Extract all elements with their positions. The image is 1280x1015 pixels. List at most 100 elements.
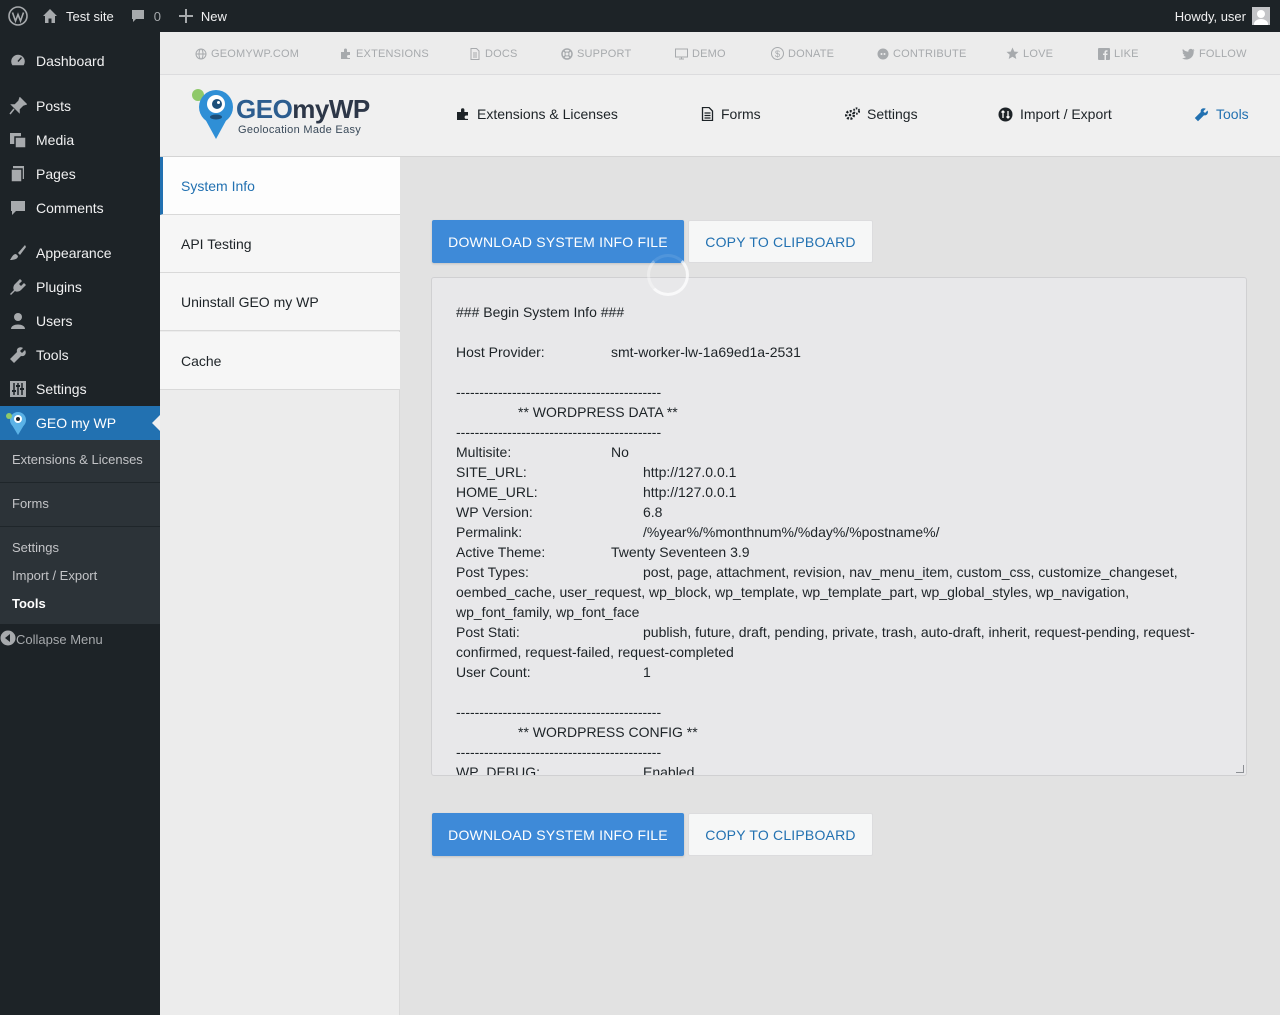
link-like[interactable]: LIKE [1098, 32, 1139, 75]
nav-tools[interactable]: Tools [1194, 75, 1249, 153]
toplink-label: DONATE [788, 47, 835, 60]
nav-settings[interactable]: Settings [845, 75, 918, 153]
system-info-textarea[interactable]: ### Begin System Info ### Host Provider:… [431, 277, 1247, 776]
menu-plugins[interactable]: Plugins [0, 270, 160, 304]
paintbrush-icon [0, 244, 36, 262]
sysinfo-line: WP_DEBUG: Enabled [456, 764, 695, 776]
sysinfo-line: ### Begin System Info ### [456, 304, 625, 320]
geomywp-logo[interactable]: GEOmyWP Geolocation Made Easy [190, 85, 370, 143]
media-icon [0, 131, 36, 149]
site-name: Test site [66, 8, 114, 24]
wrench-icon [1194, 107, 1208, 121]
link-geomywp-com[interactable]: GEOMYWP.COM [195, 32, 299, 75]
link-support[interactable]: SUPPORT [561, 32, 631, 75]
link-contribute[interactable]: CONTRIBUTE [877, 32, 967, 75]
resize-handle[interactable] [1236, 765, 1244, 773]
sysinfo-line: confirmed, request-failed, request-compl… [456, 644, 734, 660]
twitter-icon [1182, 48, 1195, 59]
site-name-link[interactable]: Test site [36, 0, 122, 32]
menu-appearance[interactable]: Appearance [0, 236, 160, 270]
menu-users[interactable]: Users [0, 304, 160, 338]
menu-pages[interactable]: Pages [0, 157, 160, 191]
sysinfo-line: Multisite: No [456, 444, 629, 460]
submenu-tools[interactable]: Tools [12, 596, 46, 611]
sysinfo-line: User Count: 1 [456, 664, 651, 680]
plus-icon [178, 9, 193, 23]
comments-count: 0 [153, 8, 161, 24]
loading-spinner-icon [647, 254, 689, 296]
nav-label: Extensions & Licenses [477, 106, 618, 122]
menu-label: Comments [36, 200, 104, 216]
menu-label: Tools [36, 347, 69, 363]
toplink-label: LOVE [1023, 47, 1054, 60]
star-icon [1006, 47, 1019, 59]
download-system-info-button[interactable]: DOWNLOAD SYSTEM INFO FILE [432, 220, 684, 263]
menu-label: Plugins [36, 279, 82, 295]
submenu-import-export[interactable]: Import / Export [12, 568, 97, 583]
document-icon [470, 47, 480, 60]
collapse-menu-button[interactable]: Collapse Menu [0, 622, 160, 656]
wordpress-logo-icon[interactable] [0, 0, 36, 32]
gears-icon [845, 107, 860, 120]
globe-icon [195, 48, 207, 59]
tools-tabs-panel: System Info API Testing Uninstall GEO my… [160, 157, 400, 1015]
nav-label: Import / Export [1020, 106, 1112, 122]
menu-tools[interactable]: Tools [0, 338, 160, 372]
copy-to-clipboard-button[interactable]: COPY TO CLIPBOARD [688, 220, 873, 263]
link-follow[interactable]: FOLLOW [1182, 32, 1247, 75]
link-love[interactable]: LOVE [1006, 32, 1053, 75]
nav-label: Settings [867, 106, 918, 122]
link-donate[interactable]: $ DONATE [771, 32, 834, 75]
dashboard-icon [0, 52, 36, 70]
submenu-extensions[interactable]: Extensions & Licenses [12, 452, 143, 467]
tab-uninstall[interactable]: Uninstall GEO my WP [160, 273, 400, 331]
menu-posts[interactable]: Posts [0, 89, 160, 123]
tab-system-info[interactable]: System Info [160, 157, 400, 215]
sysinfo-divider: ----------------------------------------… [456, 704, 662, 720]
menu-dashboard[interactable]: Dashboard [0, 44, 160, 78]
nav-import-export[interactable]: Import / Export [998, 75, 1112, 153]
facebook-icon [1098, 47, 1110, 60]
submenu-forms[interactable]: Forms [12, 496, 49, 511]
sysinfo-divider: ----------------------------------------… [456, 744, 662, 760]
link-extensions[interactable]: EXTENSIONS [340, 32, 429, 75]
user-icon [0, 312, 36, 330]
comment-icon [131, 10, 144, 22]
tab-api-testing[interactable]: API Testing [160, 215, 400, 273]
logo-subtitle: Geolocation Made Easy [238, 124, 362, 136]
new-content-link[interactable]: New [169, 0, 235, 32]
submenu-divider [0, 526, 160, 527]
menu-settings[interactable]: Settings [0, 372, 160, 406]
toplink-label: FOLLOW [1199, 47, 1247, 60]
nav-extensions-licenses[interactable]: Extensions & Licenses [456, 75, 618, 153]
sysinfo-divider: ----------------------------------------… [456, 424, 662, 440]
sysinfo-line: HOME_URL: http://127.0.0.1 [456, 484, 737, 500]
menu-label: Pages [36, 166, 76, 182]
menu-comments[interactable]: Comments [0, 191, 160, 225]
link-docs[interactable]: DOCS [469, 32, 518, 75]
my-account-link[interactable]: Howdy, user [1167, 0, 1280, 32]
sysinfo-line: Post Types: post, page, attachment, revis… [456, 564, 1178, 580]
collapse-label: Collapse Menu [16, 631, 103, 647]
nav-label: Tools [1216, 106, 1249, 122]
comments-link[interactable]: 0 [122, 0, 169, 32]
import-export-icon [998, 107, 1013, 121]
nav-forms[interactable]: Forms [701, 75, 761, 153]
comment-icon [0, 199, 36, 217]
tab-cache[interactable]: Cache [160, 332, 400, 390]
geomywp-mascot-icon [192, 89, 233, 139]
admin-menu: Dashboard Posts Media Pages Comments App… [0, 32, 160, 1015]
menu-geomywp[interactable]: GEO my WP [0, 406, 160, 440]
sysinfo-line: SITE_URL: http://127.0.0.1 [456, 464, 737, 480]
sysinfo-section-header: ** WORDPRESS DATA ** [518, 404, 678, 420]
dollar-icon: $ [771, 47, 784, 60]
toplink-label: DEMO [692, 47, 726, 60]
menu-label: Settings [36, 381, 87, 397]
link-demo[interactable]: DEMO [675, 32, 726, 75]
copy-to-clipboard-button-bottom[interactable]: COPY TO CLIPBOARD [688, 813, 873, 856]
submenu-divider [0, 482, 160, 483]
download-system-info-button-bottom[interactable]: DOWNLOAD SYSTEM INFO FILE [432, 813, 684, 856]
plugin-icon [0, 278, 36, 296]
submenu-settings[interactable]: Settings [12, 540, 59, 555]
menu-media[interactable]: Media [0, 123, 160, 157]
